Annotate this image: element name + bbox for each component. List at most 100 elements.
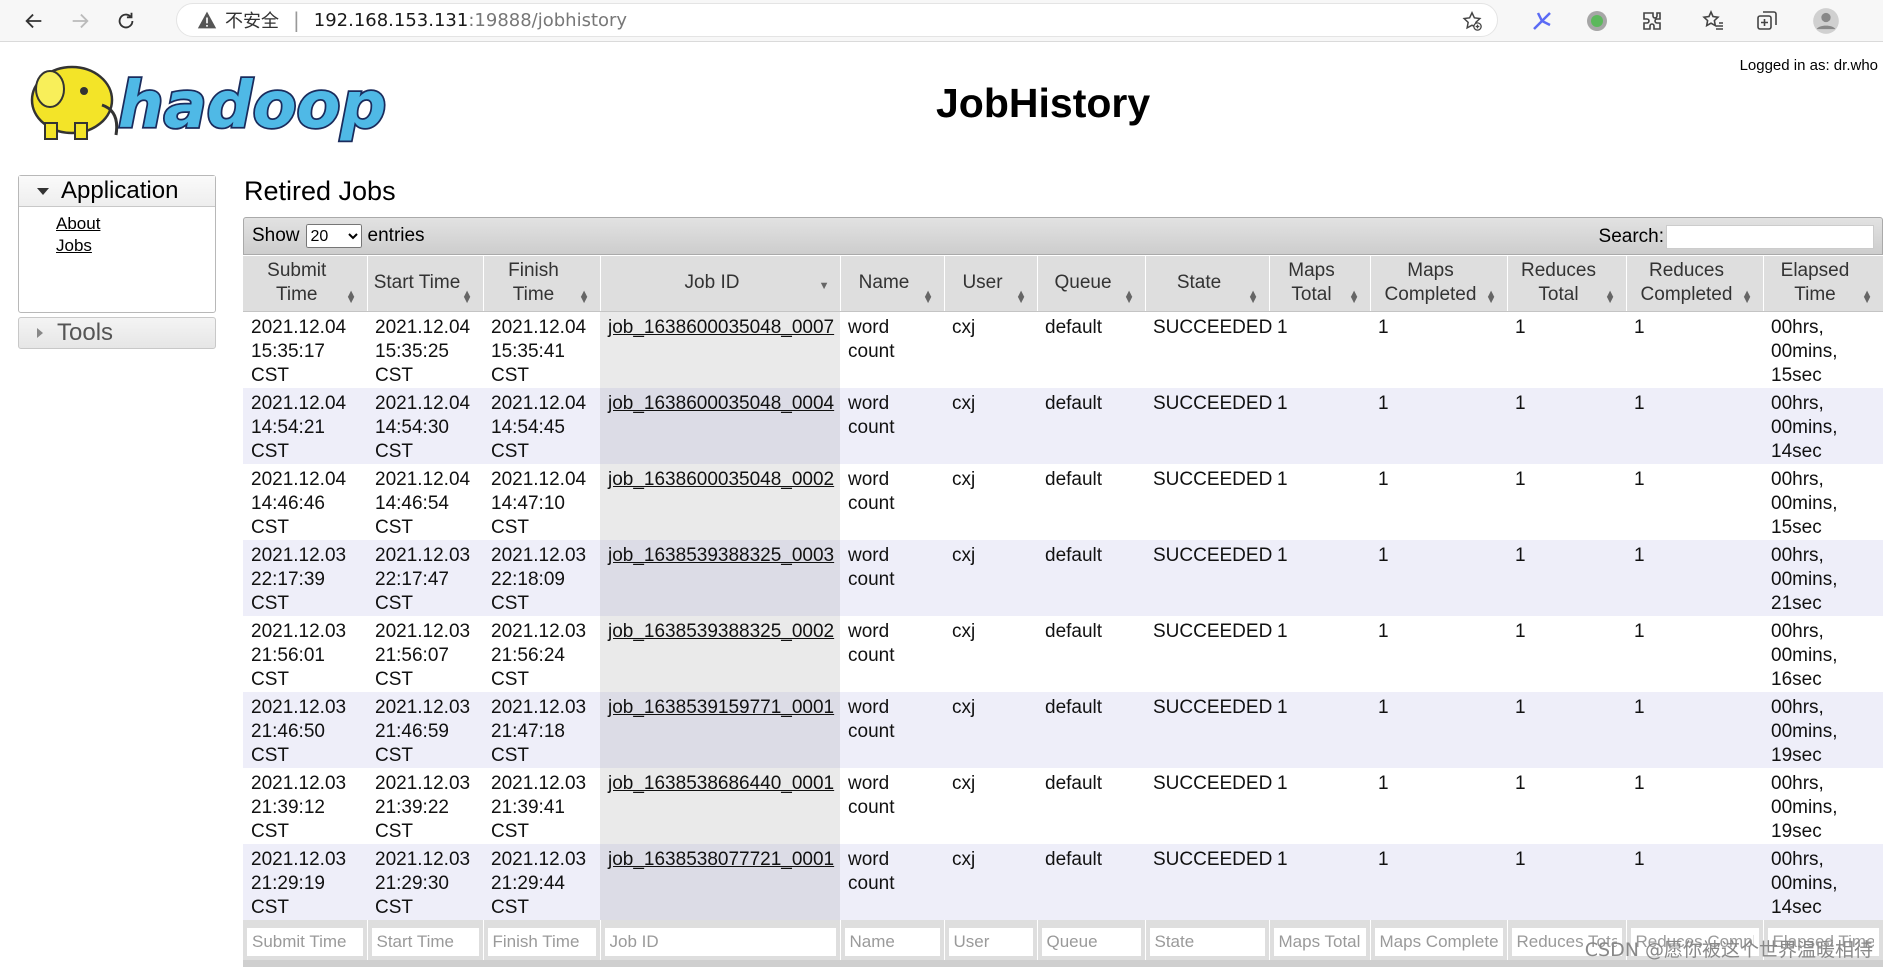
table-cell: 2021.12.04 15:35:17 CST <box>243 311 367 388</box>
collections-icon[interactable] <box>1755 9 1779 33</box>
column-filter-input[interactable] <box>1149 927 1265 956</box>
column-header-5[interactable]: User ▲ ▼ <box>944 256 1038 312</box>
column-header-12[interactable]: Elapsed Time ▲ ▼ <box>1763 256 1883 312</box>
search-input[interactable] <box>1666 225 1874 249</box>
green-extension-icon[interactable] <box>1585 9 1609 33</box>
table-cell: default <box>1037 387 1145 464</box>
filter-cell <box>367 919 484 964</box>
column-header-text: Total <box>1538 284 1579 306</box>
sort-both-icon: ▲ ▼ <box>1861 287 1873 306</box>
column-filter-input[interactable] <box>371 927 479 956</box>
table-cell: cxj <box>944 387 1037 464</box>
table-row: 2021.12.03 21:39:12 CST 2021.12.03 21:39:… <box>243 767 1883 844</box>
table-cell: default <box>1037 767 1145 844</box>
profile-icon[interactable] <box>1812 7 1840 35</box>
entries-select[interactable]: 20 <box>305 224 362 248</box>
job-id-link[interactable]: job_1638539388325_0003 <box>608 545 834 566</box>
column-header-10[interactable]: Reduces Total ▲ ▼ <box>1507 256 1627 312</box>
sort-both-icon: ▲ ▼ <box>1604 287 1616 306</box>
column-header-text: Time <box>1794 284 1836 306</box>
column-filter-input[interactable] <box>1041 927 1141 956</box>
table-cell: word count <box>840 691 944 768</box>
column-filter-input[interactable] <box>604 927 836 956</box>
back-icon <box>25 13 42 28</box>
table-cell: 2021.12.03 21:29:30 CST <box>367 843 483 920</box>
column-header-0[interactable]: Submit Time ▲ ▼ <box>243 256 368 312</box>
url-path: :19888/jobhistory <box>468 9 628 31</box>
table-cell: 1 <box>1370 387 1507 464</box>
column-header-2[interactable]: Finish Time ▲ ▼ <box>483 256 601 312</box>
search-label: Search: <box>1598 226 1664 247</box>
sort-both-icon: ▲ ▼ <box>578 287 590 306</box>
table-cell: word count <box>840 463 944 540</box>
table-cell: 2021.12.03 21:56:07 CST <box>367 615 483 692</box>
column-header-9[interactable]: Maps Completed ▲ ▼ <box>1370 256 1508 312</box>
table-cell: word count <box>840 843 944 920</box>
table-cell: 2021.12.04 14:46:46 CST <box>243 463 367 540</box>
table-cell: 00hrs, 00mins, 16sec <box>1763 615 1883 692</box>
column-filter-input[interactable] <box>844 927 940 956</box>
table-cell: 1 <box>1269 615 1370 692</box>
column-filter-input[interactable] <box>948 927 1033 956</box>
address-bar[interactable]: 不安全 | 192.168.153.131 :19888/jobhistory <box>176 3 1498 37</box>
column-header-7[interactable]: State ▲ ▼ <box>1145 256 1270 312</box>
table-cell: 2021.12.03 21:39:22 CST <box>367 767 483 844</box>
job-id-link[interactable]: job_1638539388325_0002 <box>608 621 834 642</box>
favorite-add-icon[interactable] <box>1461 10 1483 32</box>
table-cell: 1 <box>1626 311 1763 388</box>
job-id-link[interactable]: job_1638538077721_0001 <box>608 849 834 870</box>
column-header-text: Submit <box>267 260 327 282</box>
extension-icon[interactable] <box>1640 9 1664 33</box>
table-cell: 1 <box>1370 843 1507 920</box>
sidebar-link-about[interactable]: About <box>56 213 215 235</box>
url-host: 192.168.153.131 <box>313 9 469 31</box>
table-cell: 2021.12.04 15:35:25 CST <box>367 311 483 388</box>
table-cell: 1 <box>1269 691 1370 768</box>
column-filter-input[interactable] <box>1273 927 1366 956</box>
table-cell: word count <box>840 615 944 692</box>
table-cell: default <box>1037 311 1145 388</box>
sort-both-icon: ▲ ▼ <box>1247 287 1259 306</box>
column-header-1[interactable]: Start Time ▲ ▼ <box>367 256 484 312</box>
table-cell: 2021.12.04 14:54:45 CST <box>483 387 600 464</box>
column-header-text: Time <box>275 284 318 306</box>
column-filter-input[interactable] <box>1374 927 1503 956</box>
column-header-text: Reduces <box>1521 260 1596 282</box>
column-header-text: Reduces <box>1649 260 1724 282</box>
favorites-icon[interactable] <box>1701 9 1725 33</box>
table-cell: 2021.12.03 21:47:18 CST <box>483 691 600 768</box>
column-header-4[interactable]: Name ▲ ▼ <box>840 256 945 312</box>
table-cell: SUCCEEDED <box>1145 843 1272 920</box>
back-button[interactable] <box>14 1 54 41</box>
table-cell: 2021.12.03 21:39:12 CST <box>243 767 367 844</box>
sidebar-tools-header[interactable]: Tools <box>18 317 216 349</box>
table-cell: 1 <box>1269 539 1370 616</box>
table-cell: cxj <box>944 843 1037 920</box>
table-cell: 2021.12.03 21:46:50 CST <box>243 691 367 768</box>
reload-button[interactable] <box>106 1 146 41</box>
column-header-11[interactable]: Reduces Completed ▲ ▼ <box>1626 256 1764 312</box>
job-id-link[interactable]: job_1638600035048_0002 <box>608 469 834 490</box>
translate-extension-icon[interactable] <box>1530 9 1554 33</box>
sidebar-application-header[interactable]: Application <box>19 176 215 207</box>
job-id-link[interactable]: job_1638600035048_0007 <box>608 317 834 338</box>
address-separator: | <box>293 8 300 32</box>
column-filter-input[interactable] <box>247 927 363 956</box>
table-cell: cxj <box>944 691 1037 768</box>
column-header-8[interactable]: Maps Total ▲ ▼ <box>1269 256 1371 312</box>
column-header-3[interactable]: Job ID ▼ <box>600 256 841 312</box>
forward-button[interactable] <box>60 1 100 41</box>
table-cell: 2021.12.03 21:29:19 CST <box>243 843 367 920</box>
sidebar-link-jobs[interactable]: Jobs <box>56 235 215 257</box>
job-id-link[interactable]: job_1638539159771_0001 <box>608 697 834 718</box>
entries-label: entries <box>367 225 425 246</box>
sort-both-icon: ▲ ▼ <box>345 287 357 306</box>
table-row: 2021.12.03 21:29:19 CST 2021.12.03 21:29:… <box>243 843 1883 920</box>
job-id-link[interactable]: job_1638538686440_0001 <box>608 773 834 794</box>
column-header-6[interactable]: Queue ▲ ▼ <box>1037 256 1146 312</box>
hadoop-logo[interactable]: hadoop <box>20 55 395 145</box>
table-cell: 2021.12.03 21:39:41 CST <box>483 767 600 844</box>
job-id-link[interactable]: job_1638600035048_0004 <box>608 393 834 414</box>
column-filter-input[interactable] <box>487 927 596 956</box>
table-cell: 1 <box>1507 691 1626 768</box>
